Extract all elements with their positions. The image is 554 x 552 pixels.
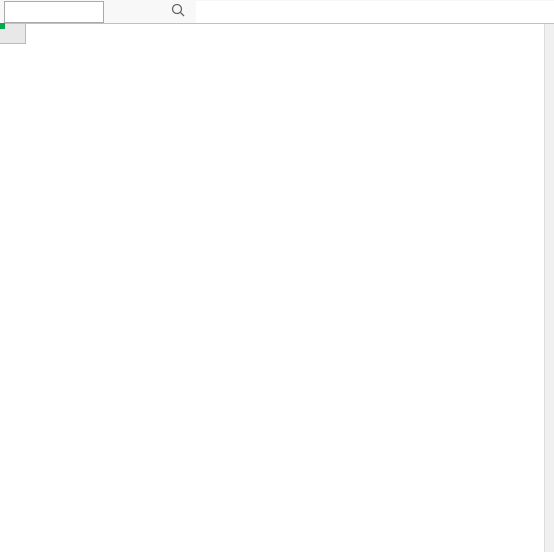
formula-bar [0,0,554,24]
zoom-icon[interactable] [168,3,188,20]
name-box[interactable] [4,1,104,23]
vertical-scrollbar[interactable] [544,24,554,552]
select-all-corner[interactable] [0,24,26,44]
formula-input[interactable] [196,1,554,23]
